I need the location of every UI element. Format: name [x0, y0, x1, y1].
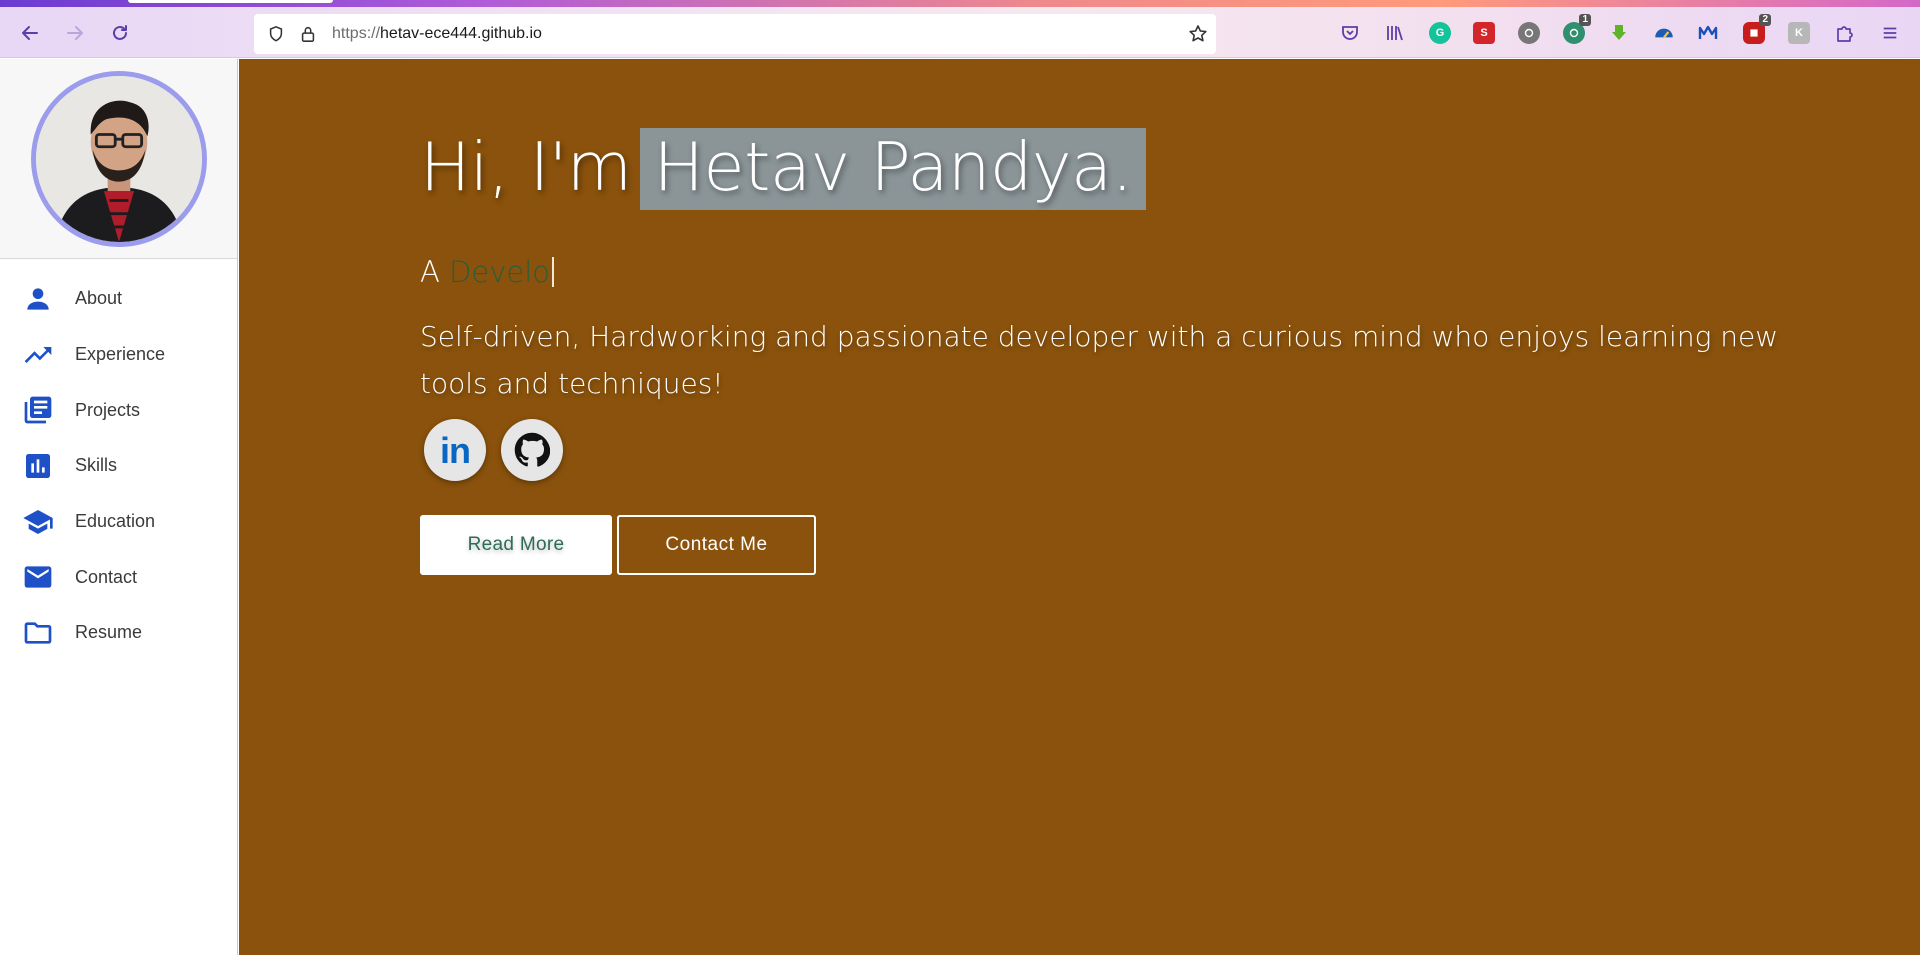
extension-k-icon[interactable]: K — [1788, 22, 1810, 44]
sync-badge: 1 — [1579, 14, 1591, 26]
mail-icon — [21, 561, 55, 593]
github-button[interactable] — [501, 419, 563, 481]
avatar-section — [0, 59, 237, 259]
sidebar-item-label: About — [75, 288, 123, 309]
sidebar: About Experience Projects Skills Educati… — [0, 59, 238, 955]
sidebar-item-label: Experience — [75, 344, 166, 365]
ublock-badge: 2 — [1759, 14, 1771, 26]
profile-photo — [35, 75, 202, 242]
sidebar-item-resume[interactable]: Resume — [0, 605, 237, 661]
sidebar-item-label: Projects — [75, 399, 141, 420]
typed-role-text: Develo — [449, 255, 551, 289]
hero-description: Self-driven, Hardworking and passionate … — [420, 320, 1779, 400]
menu-icon[interactable] — [1879, 22, 1901, 44]
active-tab-indicator — [128, 0, 333, 3]
contact-me-button[interactable]: Contact Me — [617, 515, 816, 575]
reload-button[interactable] — [107, 20, 133, 46]
back-button[interactable] — [17, 20, 43, 46]
url-scheme: https:// — [332, 25, 381, 42]
sidebar-item-skills[interactable]: Skills — [0, 438, 237, 494]
bar-chart-icon — [21, 450, 55, 482]
speed-icon[interactable] — [1653, 22, 1675, 44]
sidebar-item-contact[interactable]: Contact — [0, 549, 237, 605]
lock-icon[interactable] — [298, 24, 318, 44]
social-links: in — [424, 419, 563, 481]
shield-icon[interactable] — [266, 24, 286, 44]
read-more-button[interactable]: Read More — [420, 515, 612, 575]
sync-icon[interactable]: 1 — [1563, 14, 1591, 44]
sidebar-item-education[interactable]: Education — [0, 494, 237, 550]
reload-icon — [113, 25, 127, 40]
school-icon — [21, 506, 55, 538]
arrow-right-icon — [67, 26, 83, 40]
hero-title: Hi, I'm Hetav Pandya. — [420, 128, 1147, 210]
hero-actions: Read More Contact Me — [420, 515, 816, 575]
pocket-icon[interactable] — [1339, 22, 1361, 44]
grammarly-icon[interactable]: G — [1429, 22, 1451, 44]
hero-name: Hetav Pandya. — [639, 128, 1147, 210]
browser-toolbar: https://hetav-ece444.github.io G S 1 2 K — [0, 0, 1920, 58]
forward-button[interactable] — [62, 20, 88, 46]
library-icon[interactable] — [1384, 22, 1406, 44]
hero-greeting: Hi, I'm — [420, 128, 632, 206]
typed-prefix: A — [420, 255, 440, 289]
malwarebytes-icon[interactable] — [1697, 22, 1719, 44]
sidebar-item-label: Contact — [75, 566, 138, 587]
profile-avatar — [30, 70, 207, 247]
puzzle-icon[interactable] — [1833, 22, 1855, 44]
hero-section: Hi, I'm Hetav Pandya. A Develo Self-drive… — [239, 59, 1920, 955]
sidebar-item-label: Resume — [75, 622, 143, 643]
sidebar-item-projects[interactable]: Projects — [0, 382, 237, 438]
sidebar-item-about[interactable]: About — [0, 271, 237, 327]
trending-up-icon — [21, 339, 55, 371]
typing-cursor — [552, 257, 555, 287]
typed-role-line: A Develo — [420, 255, 555, 289]
linkedin-icon: in — [440, 430, 471, 471]
sidebar-nav: About Experience Projects Skills Educati… — [0, 259, 237, 661]
s-extension-icon[interactable]: S — [1473, 22, 1495, 44]
person-icon — [21, 283, 55, 315]
ublock-icon[interactable]: 2 — [1743, 14, 1771, 44]
arrow-left-icon — [22, 26, 38, 40]
bookmark-star-icon[interactable] — [1188, 24, 1208, 44]
download-icon[interactable] — [1608, 22, 1630, 44]
github-icon — [514, 432, 550, 467]
library-books-icon — [21, 394, 55, 426]
sidebar-item-experience[interactable]: Experience — [0, 327, 237, 383]
folder-icon — [21, 617, 55, 649]
linkedin-button[interactable]: in — [424, 419, 486, 481]
url-text[interactable]: https://hetav-ece444.github.io — [332, 25, 542, 43]
sidebar-item-label: Education — [75, 511, 156, 532]
url-host: hetav-ece444.github.io — [380, 25, 542, 42]
privacy-icon[interactable] — [1518, 22, 1540, 44]
sidebar-item-label: Skills — [75, 455, 118, 476]
address-bar[interactable]: https://hetav-ece444.github.io — [254, 14, 1216, 54]
